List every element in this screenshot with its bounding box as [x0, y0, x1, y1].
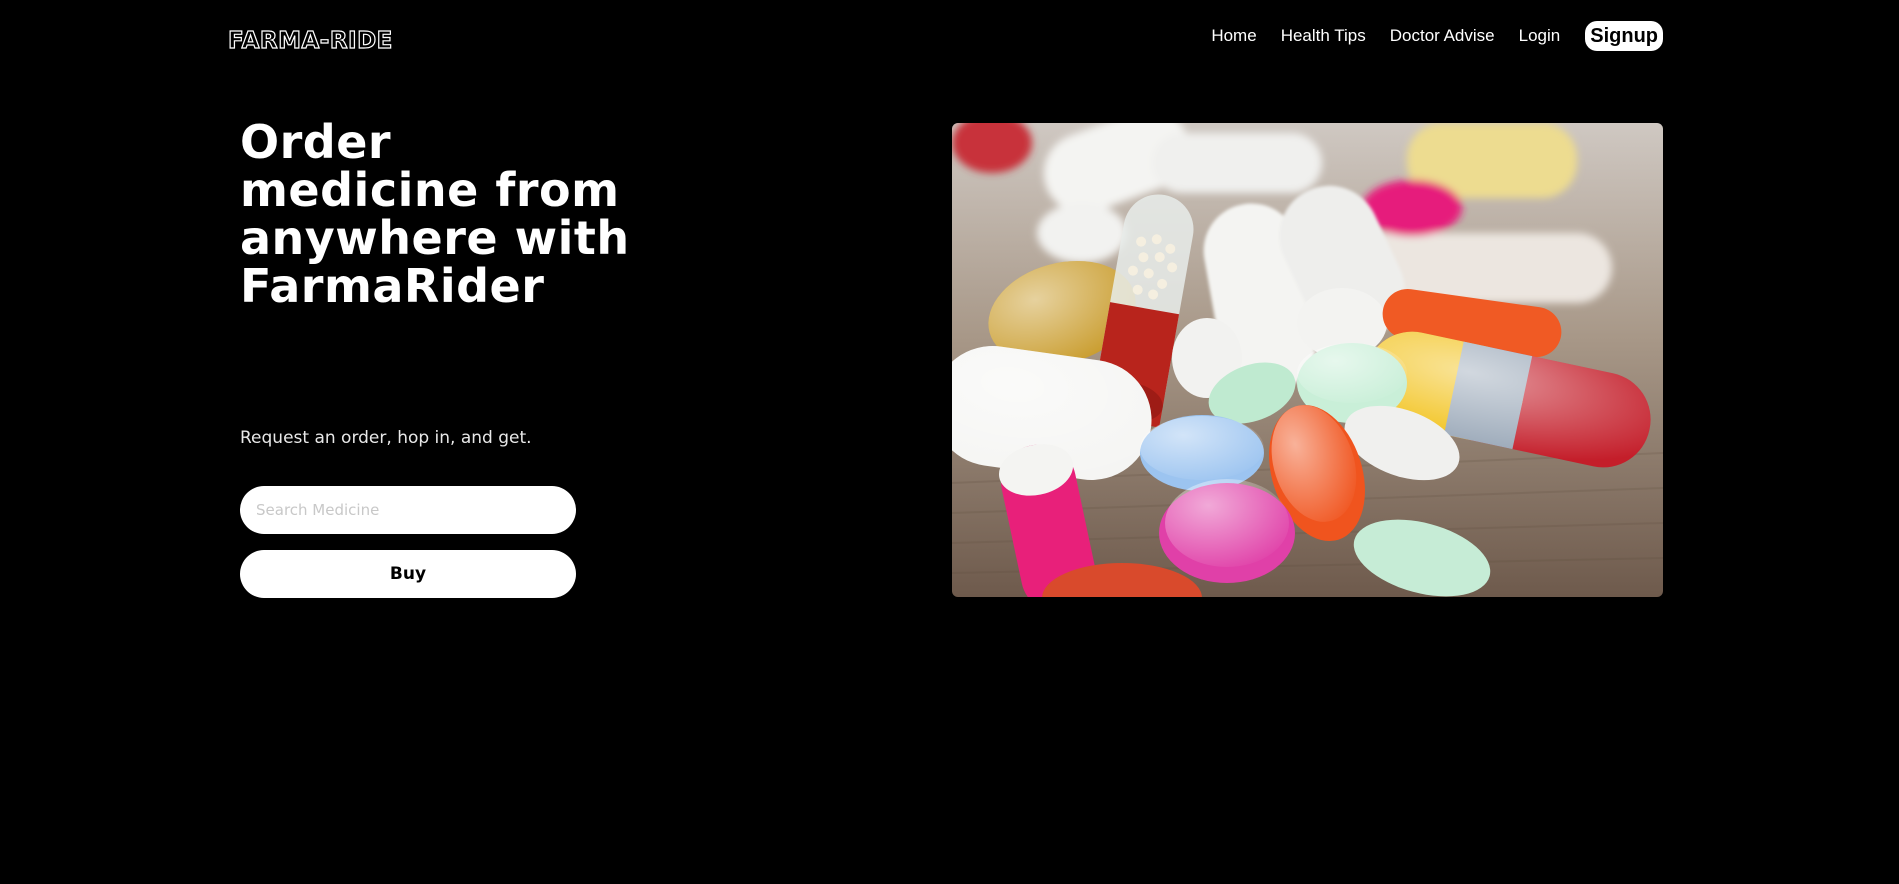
buy-button[interactable]: Buy — [240, 550, 576, 598]
landing-page: FARMA-RIDE Home Health Tips Doctor Advis… — [0, 0, 1899, 884]
pills-image — [952, 123, 1663, 597]
nav-health-tips-link[interactable]: Health Tips — [1281, 21, 1366, 51]
pills-illustration — [952, 123, 1663, 597]
search-medicine-input[interactable] — [240, 486, 576, 534]
nav-doctor-advise-link[interactable]: Doctor Advise — [1390, 21, 1495, 51]
hero-title: Order medicine from anywhere with FarmaR… — [240, 115, 630, 313]
nav-login-link[interactable]: Login — [1519, 21, 1561, 51]
hero-subtitle: Request an order, hop in, and get. — [240, 428, 532, 448]
nav-home-link[interactable]: Home — [1211, 21, 1256, 51]
top-nav: Home Health Tips Doctor Advise Login Sig… — [1211, 21, 1663, 51]
signup-button[interactable]: Signup — [1585, 21, 1663, 51]
site-logo[interactable]: FARMA-RIDE — [227, 29, 393, 53]
